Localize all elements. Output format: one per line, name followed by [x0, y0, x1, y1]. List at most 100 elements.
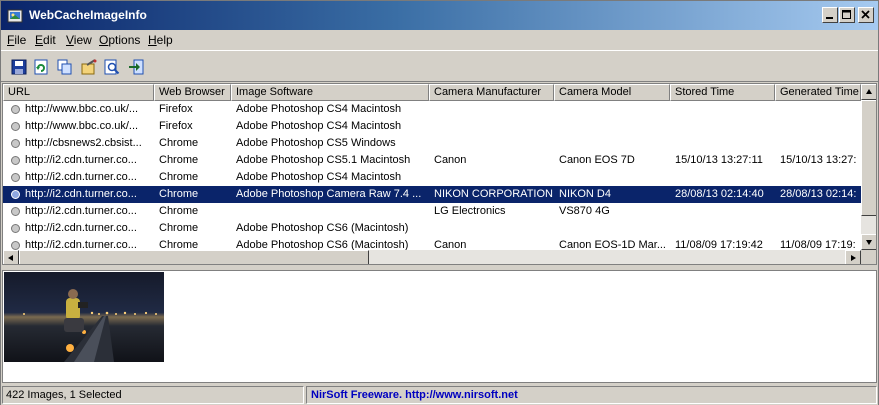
column-header-image-software[interactable]: Image Software — [231, 84, 429, 101]
table-row[interactable]: http://i2.cdn.turner.co... Chrome Adobe Ph… — [3, 237, 861, 251]
image-item-icon — [11, 241, 20, 250]
horizontal-scrollbar[interactable] — [3, 250, 861, 264]
column-header-camera-manufacturer[interactable]: Camera Manufacturer — [429, 84, 554, 101]
cell-software: Adobe Photoshop Camera Raw 7.4 ... — [236, 188, 422, 200]
scroll-down-button[interactable] — [861, 234, 876, 250]
table-row[interactable]: http://i2.cdn.turner.co... Chrome LG Elect… — [3, 203, 861, 220]
exit-button[interactable] — [126, 57, 146, 77]
cell-url: http://i2.cdn.turner.co... — [25, 239, 137, 251]
menu-file[interactable]: File — [7, 33, 26, 47]
menu-help-label: elp — [156, 33, 173, 47]
column-header-generated-time[interactable]: Generated Time — [775, 84, 861, 101]
scroll-left-button[interactable] — [3, 250, 19, 264]
arrow-right-icon — [851, 255, 856, 261]
cell-stored — [672, 220, 775, 237]
window-title: WebCacheImageInfo — [29, 8, 147, 22]
copy-button[interactable] — [55, 57, 75, 77]
scroll-right-button[interactable] — [845, 250, 861, 264]
image-item-icon — [11, 122, 20, 131]
menu-edit[interactable]: Edit — [35, 33, 56, 47]
cell-software: Adobe Photoshop CS5 Windows — [236, 137, 396, 149]
column-header-stored-time[interactable]: Stored Time — [670, 84, 775, 101]
cell-stored — [672, 169, 775, 186]
table-row[interactable]: http://i2.cdn.turner.co... Chrome Adobe Ph… — [3, 169, 861, 186]
cell-manufacturer — [431, 118, 554, 135]
menu-edit-label: dit — [43, 33, 56, 47]
table-row[interactable]: http://i2.cdn.turner.co... Chrome Adobe Ph… — [3, 186, 861, 203]
cell-generated — [777, 169, 861, 186]
properties-button[interactable] — [79, 57, 99, 77]
app-window: WebCacheImageInfo File Edit View Options… — [0, 0, 879, 405]
cell-browser: Firefox — [159, 103, 193, 115]
cell-manufacturer — [431, 101, 554, 118]
cell-software: Adobe Photoshop CS6 (Macintosh) — [236, 239, 409, 251]
cell-generated: 28/08/13 02:14: — [780, 188, 857, 200]
cell-model — [556, 135, 670, 152]
vertical-scrollbar[interactable] — [861, 84, 876, 250]
table-row[interactable]: http://www.bbc.co.uk/... Firefox Adobe Pho… — [3, 118, 861, 135]
image-list[interactable]: URL Web Browser Image Software Camera Ma… — [2, 83, 877, 265]
table-row[interactable]: http://i2.cdn.turner.co... Chrome Adobe Ph… — [3, 152, 861, 169]
menu-file-label: ile — [14, 33, 27, 47]
menu-view-mnemonic: V — [66, 33, 74, 47]
cell-url: http://i2.cdn.turner.co... — [25, 188, 137, 200]
arrow-up-icon — [866, 89, 872, 94]
cell-manufacturer — [431, 169, 554, 186]
maximize-icon — [842, 10, 851, 19]
save-button[interactable] — [9, 57, 29, 77]
cell-model: VS870 4G — [559, 205, 610, 217]
cell-url: http://i2.cdn.turner.co... — [25, 171, 137, 183]
cell-browser: Chrome — [159, 154, 199, 166]
vertical-scroll-thumb[interactable] — [861, 100, 876, 216]
toolbar — [1, 50, 878, 82]
cell-url: http://i2.cdn.turner.co... — [25, 205, 137, 217]
cell-url: http://www.bbc.co.uk/... — [25, 103, 139, 115]
cell-browser: Chrome — [159, 137, 199, 149]
arrow-down-icon — [866, 240, 872, 245]
find-button[interactable] — [102, 57, 122, 77]
minimize-button[interactable] — [822, 7, 838, 23]
scroll-up-button[interactable] — [861, 84, 876, 100]
menu-help-mnemonic: H — [148, 33, 157, 47]
cell-software: Adobe Photoshop CS6 (Macintosh) — [236, 222, 409, 234]
cell-software: Adobe Photoshop CS4 Macintosh — [236, 120, 402, 132]
cell-model: Canon EOS-1D Mar... — [559, 239, 666, 251]
cell-model — [556, 101, 670, 118]
save-icon — [11, 59, 27, 75]
menu-bar: File Edit View Options Help — [1, 30, 878, 50]
menu-view[interactable]: View — [66, 33, 92, 47]
cell-model — [556, 169, 670, 186]
properties-icon — [81, 59, 97, 75]
image-item-icon — [11, 224, 20, 233]
maximize-button[interactable] — [839, 7, 855, 23]
cell-generated: 11/08/09 17:19: — [780, 239, 856, 251]
preview-pane — [2, 270, 877, 383]
table-row[interactable]: http://i2.cdn.turner.co... Chrome Adobe Ph… — [3, 220, 861, 237]
cell-software: Adobe Photoshop CS5.1 Macintosh — [236, 154, 411, 166]
menu-help[interactable]: Help — [148, 33, 173, 47]
cell-browser: Chrome — [159, 188, 199, 200]
app-icon — [7, 9, 23, 23]
close-button[interactable] — [858, 7, 874, 23]
cell-manufacturer: NIKON CORPORATION — [434, 188, 553, 200]
horizontal-scroll-thumb[interactable] — [19, 250, 369, 264]
status-bar: 422 Images, 1 Selected NirSoft Freeware.… — [1, 385, 878, 405]
table-row[interactable]: http://cbsnews2.cbsist... Chrome Adobe Pho… — [3, 135, 861, 152]
title-bar[interactable]: WebCacheImageInfo — [1, 1, 878, 30]
table-row[interactable]: http://www.bbc.co.uk/... Firefox Adobe Pho… — [3, 101, 861, 118]
status-credit-link[interactable]: NirSoft Freeware. http://www.nirsoft.net — [306, 386, 877, 404]
cell-url: http://www.bbc.co.uk/... — [25, 120, 139, 132]
status-count: 422 Images, 1 Selected — [2, 386, 304, 404]
column-header-web-browser[interactable]: Web Browser — [154, 84, 231, 101]
cell-stored — [672, 101, 775, 118]
refresh-button[interactable] — [31, 57, 51, 77]
column-header-camera-model[interactable]: Camera Model — [554, 84, 670, 101]
list-header: URL Web Browser Image Software Camera Ma… — [3, 84, 861, 101]
menu-options[interactable]: Options — [99, 33, 140, 47]
cell-stored — [672, 203, 775, 220]
cell-stored — [672, 118, 775, 135]
cell-stored: 15/10/13 13:27:11 — [675, 154, 763, 166]
column-header-url[interactable]: URL — [3, 84, 154, 101]
cell-manufacturer: LG Electronics — [434, 205, 506, 217]
cell-manufacturer — [431, 220, 554, 237]
